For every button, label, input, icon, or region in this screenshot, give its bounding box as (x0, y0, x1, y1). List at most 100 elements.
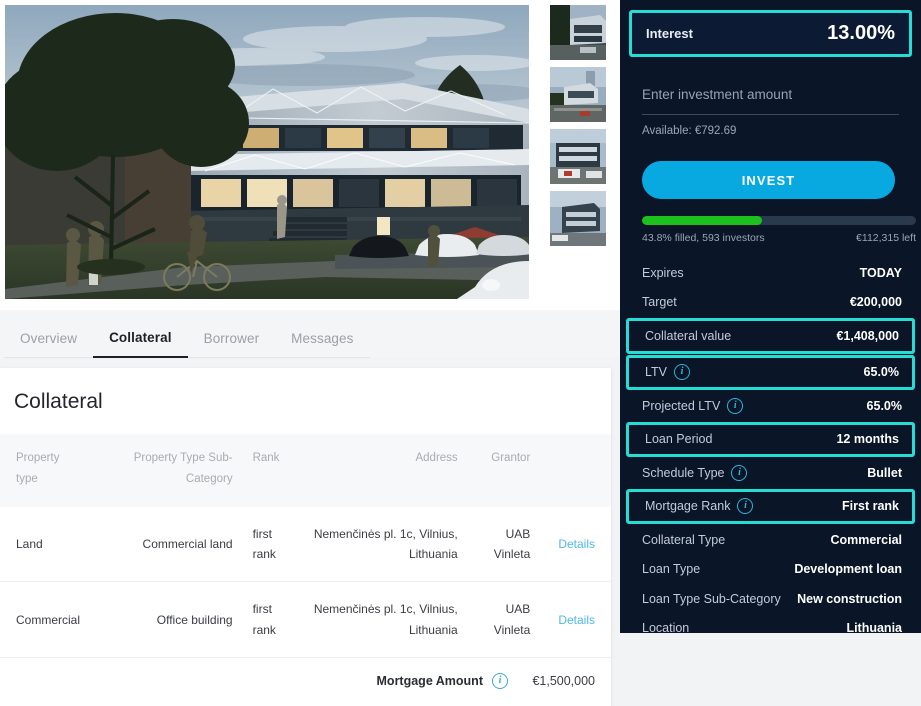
thumbnail-3-image (550, 129, 606, 184)
table-row[interactable]: Commercial Office building first rank Ne… (0, 581, 611, 659)
tab-borrower[interactable]: Borrower (187, 331, 276, 358)
interest-value: 13.00% (827, 22, 895, 44)
info-icon[interactable]: i (674, 364, 690, 381)
detail-value: Development loan (794, 562, 902, 577)
table-row[interactable]: Land Commercial land first rank Nemenčin… (0, 506, 611, 583)
cell-address: Nemenčinės pl. 1c, Vilnius, Lithuania (292, 581, 464, 659)
cell-grantor-line2: Vinleta (493, 546, 531, 561)
ltv-highlight-box: LTV i 65.0% (626, 354, 915, 390)
detail-label: Mortgage Rank (645, 499, 731, 514)
info-icon[interactable]: i (492, 673, 508, 690)
cell-address-line1: Nemenčinės pl. 1c, Vilnius, (313, 602, 458, 617)
gallery-thumbnail-3[interactable] (550, 129, 606, 184)
cell-property-sub-category: Commercial land (98, 506, 239, 583)
detail-value: €1,408,000 (836, 328, 899, 343)
detail-label-group: Projected LTV i (642, 397, 744, 414)
detail-label: Schedule Type (642, 465, 725, 480)
detail-label: LTV (645, 365, 667, 380)
detail-label: Projected LTV (642, 398, 721, 413)
column-header-address: Address (415, 452, 458, 464)
thumbnail-4-image (550, 191, 606, 246)
column-header-property-type: Property type (0, 434, 99, 507)
cell-grantor-line1: UAB (505, 526, 531, 541)
detail-row-schedule-type: Schedule Type i Bullet (620, 458, 921, 488)
detail-row-loan-type: Loan Type Development loan (620, 555, 921, 585)
loan-period-highlight-box: Loan Period 12 months (626, 421, 915, 457)
mortgage-rank-highlight-box: Mortgage Rank i First rank (626, 488, 915, 524)
cell-address: Nemenčinės pl. 1c, Vilnius, Lithuania (292, 506, 464, 583)
tab-collateral[interactable]: Collateral (93, 330, 188, 358)
detail-row-collateral-type: Collateral Type Commercial (620, 525, 921, 555)
detail-row-projected-ltv: Projected LTV i 65.0% (620, 391, 921, 421)
detail-label: Collateral value (645, 328, 732, 343)
detail-value: Lithuania (846, 621, 902, 636)
gallery-thumbnail-1[interactable] (550, 5, 606, 60)
collateral-heading: Collateral (14, 390, 103, 413)
detail-label-group: LTV i (645, 364, 690, 381)
invest-button[interactable]: INVEST (642, 161, 895, 199)
cell-rank-line2: rank (252, 546, 276, 561)
hero-render-illustration (5, 5, 529, 299)
detail-label: Collateral Type (642, 532, 726, 547)
mortgage-amount-label: Mortgage Amount (376, 674, 483, 689)
detail-label-group: Mortgage Rank i (645, 498, 754, 515)
detail-value: €200,000 (849, 295, 902, 310)
column-header-property-sub-line1: Property Type Sub- (133, 452, 233, 464)
hero-image[interactable] (5, 5, 529, 299)
cell-address-line1: Nemenčinės pl. 1c, Vilnius, (313, 526, 458, 541)
cell-grantor: UAB Vinleta (463, 581, 537, 659)
funding-remaining-text: €112,315 left (856, 232, 916, 244)
detail-row-target: Target €200,000 (620, 288, 921, 318)
detail-value: 12 months (836, 432, 899, 447)
funding-progress-fill (642, 216, 762, 225)
detail-label: Expires (642, 265, 684, 280)
detail-row-loan-period: Loan Period 12 months (629, 425, 912, 455)
column-header-property-type-line2: type (16, 473, 38, 486)
column-header-property-type-line1: Property (16, 452, 60, 464)
detail-value: Bullet (867, 465, 902, 480)
tab-overview[interactable]: Overview (4, 331, 94, 358)
detail-label: Loan Type (642, 562, 701, 577)
cell-grantor-line2: Vinleta (493, 622, 531, 637)
loan-details-list: Expires TODAY Target €200,000 Collateral… (620, 258, 921, 643)
info-icon[interactable]: i (737, 498, 754, 515)
details-link[interactable]: Details (558, 613, 595, 627)
tab-messages[interactable]: Messages (275, 331, 370, 358)
listing-left-column: Overview Collateral Borrower Messages Co… (0, 0, 620, 706)
column-header-property-sub-category: Property Type Sub- Category (99, 434, 239, 507)
interest-label: Interest (646, 26, 693, 41)
cell-property-type: Land (0, 506, 99, 583)
thumbnail-2-image (550, 67, 606, 122)
gallery-thumbnail-2[interactable] (550, 67, 606, 122)
investment-amount-input[interactable] (642, 87, 899, 115)
detail-label: Target (642, 295, 677, 310)
cell-address-line2: Lithuania (408, 546, 458, 561)
info-icon[interactable]: i (727, 397, 744, 414)
thumbnail-strip (550, 5, 608, 246)
detail-value: TODAY (859, 265, 902, 280)
details-link[interactable]: Details (558, 537, 595, 551)
detail-label: Location (642, 621, 690, 636)
detail-value: New construction (797, 591, 902, 606)
cell-rank-line1: first (252, 602, 272, 617)
detail-value: Commercial (830, 532, 902, 547)
mortgage-amount-value: €1,500,000 (532, 674, 595, 689)
cell-grantor: UAB Vinleta (463, 506, 537, 583)
gallery-thumbnail-4[interactable] (550, 191, 606, 246)
funding-progress-bar (642, 216, 916, 225)
funding-progress-caption: 43.8% filled, 593 investors €112,315 lef… (642, 232, 916, 244)
interest-highlight-box: Interest 13.00% (629, 10, 912, 57)
detail-row-collateral-value: Collateral value €1,408,000 (629, 321, 912, 351)
info-icon[interactable]: i (731, 464, 748, 481)
available-balance-text: Available: €792.69 (642, 125, 737, 137)
detail-row-ltv: LTV i 65.0% (629, 358, 912, 388)
column-header-grantor: Grantor (491, 452, 531, 464)
listing-tabs: Overview Collateral Borrower Messages (0, 310, 620, 358)
detail-label-group: Schedule Type i (642, 464, 748, 481)
cell-address-line2: Lithuania (408, 622, 458, 637)
collateral-table-body: Land Commercial land first rank Nemenčin… (0, 506, 611, 659)
investment-amount-field: Available: €792.69 (642, 86, 899, 137)
collateral-table: Property type Property Type Sub- Categor… (0, 434, 611, 659)
column-header-actions (536, 434, 611, 507)
thumbnail-1-image (550, 5, 606, 60)
